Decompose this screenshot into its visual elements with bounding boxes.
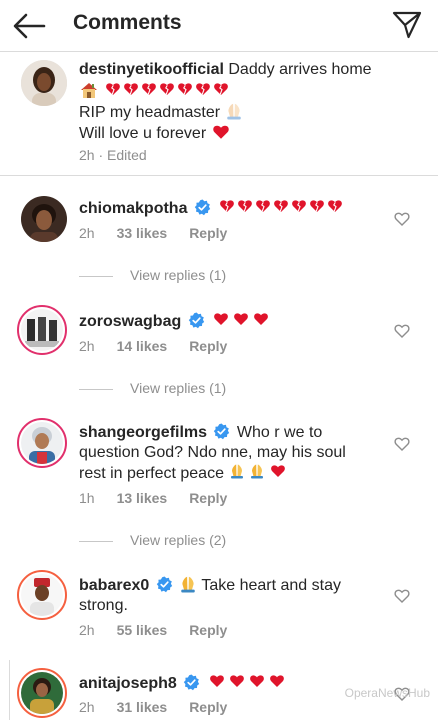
replies-divider: [79, 388, 113, 390]
likes-count[interactable]: 55 likes: [117, 622, 168, 638]
comment-time: 1h: [79, 490, 95, 506]
comment-username[interactable]: zoroswagbag: [79, 313, 181, 330]
likes-count[interactable]: 33 likes: [117, 225, 168, 241]
heart-outline-icon[interactable]: [394, 323, 410, 339]
paper-plane-icon[interactable]: [392, 10, 422, 40]
page-title: Comments: [73, 11, 182, 34]
caption-meta: 2h · Edited: [79, 147, 147, 163]
pray-emoji-icon: [226, 103, 241, 120]
avatar-image: [21, 422, 63, 464]
broken-heart-emojis: [219, 199, 343, 213]
avatar[interactable]: [21, 196, 67, 242]
avatar-image: [21, 60, 67, 106]
comment-line-1: Take heart and stay: [197, 577, 341, 594]
verified-badge-icon: [183, 674, 201, 691]
comment-username[interactable]: anitajoseph8: [79, 675, 177, 692]
caption-username[interactable]: destinyetikoofficial: [79, 61, 224, 78]
replies-divider: [79, 540, 113, 542]
view-replies-button[interactable]: View replies (2): [79, 532, 226, 548]
avatar[interactable]: [21, 60, 67, 106]
verified-badge-icon: [213, 423, 231, 440]
likes-count[interactable]: 14 likes: [117, 338, 168, 354]
comment-text: anitajoseph8: [79, 673, 293, 694]
comment-text: zoroswagbag: [79, 311, 277, 332]
comment-time: 2h: [79, 338, 95, 354]
verified-badge-icon: [187, 312, 205, 329]
avatar[interactable]: [17, 305, 67, 355]
caption-line-3: Will love u forever: [79, 125, 207, 142]
view-replies-button[interactable]: View replies (1): [79, 267, 226, 283]
comments-header: Comments: [0, 0, 438, 52]
post-caption: destinyetikoofficial Daddy arrives home …: [0, 52, 438, 176]
comment-line-3: rest in perfect peace: [79, 465, 229, 482]
likes-count[interactable]: 31 likes: [117, 699, 168, 715]
view-replies-label: View replies (2): [130, 532, 227, 548]
comment-time: 2h: [79, 225, 95, 241]
reply-button[interactable]: Reply: [189, 699, 227, 715]
avatar[interactable]: [17, 668, 67, 718]
broken-heart-emojis: [106, 82, 229, 96]
avatar-image: [21, 309, 63, 351]
heart-outline-icon[interactable]: [394, 588, 410, 604]
pray-emoji-icon: [181, 576, 195, 593]
comment-meta: 2h 33 likes Reply: [79, 225, 249, 241]
comment-username[interactable]: babarex0: [79, 577, 149, 594]
replies-divider: [79, 275, 113, 277]
comment-meta: 2h 31 likes Reply: [79, 699, 249, 715]
comment-meta: 2h 14 likes Reply: [79, 338, 249, 354]
comment-meta: 2h 55 likes Reply: [79, 622, 249, 638]
comment-text: shangeorgefilms Who r we to question God…: [79, 423, 346, 484]
comment-line-2: strong.: [79, 597, 128, 614]
avatar[interactable]: [17, 570, 67, 620]
reply-button[interactable]: Reply: [189, 622, 227, 638]
comment-username[interactable]: shangeorgefilms: [79, 424, 207, 441]
house-emoji-icon: [81, 83, 97, 98]
reply-button[interactable]: Reply: [189, 490, 227, 506]
avatar-image: [21, 196, 67, 242]
heart-outline-icon[interactable]: [394, 436, 410, 452]
view-replies-label: View replies (1): [130, 267, 227, 283]
avatar-image: [21, 574, 63, 616]
pray-heart-emojis: [231, 464, 286, 479]
comment-username[interactable]: chiomakpotha: [79, 200, 187, 217]
red-heart-emojis: [214, 313, 269, 325]
red-heart-emojis: [209, 675, 284, 687]
avatar-image: [21, 672, 63, 714]
watermark: OperaNewsHub: [344, 686, 430, 700]
caption-line-1: Daddy arrives home: [223, 61, 372, 78]
reply-button[interactable]: Reply: [189, 225, 227, 241]
view-replies-label: View replies (1): [130, 380, 227, 396]
likes-count[interactable]: 13 likes: [117, 490, 168, 506]
caption-text: destinyetikoofficial Daddy arrives home …: [79, 60, 372, 144]
reply-button[interactable]: Reply: [189, 338, 227, 354]
comment-time: 2h: [79, 622, 95, 638]
verified-badge-icon: [155, 576, 173, 593]
comment-meta: 1h 13 likes Reply: [79, 490, 249, 506]
view-replies-button[interactable]: View replies (1): [79, 380, 226, 396]
caption-line-2: RIP my headmaster: [79, 104, 221, 121]
verified-badge-icon: [193, 199, 211, 216]
comment-line-2: question God? Ndo nne, may his soul: [79, 444, 346, 461]
red-heart-emoji-icon: [212, 125, 229, 139]
comment-text: babarex0 Take heart and stay strong.: [79, 575, 341, 616]
avatar[interactable]: [17, 418, 67, 468]
left-edge-divider: [0, 660, 10, 720]
comment-line-1: Who r we to: [232, 424, 323, 441]
arrow-left-icon[interactable]: [10, 8, 48, 44]
heart-outline-icon[interactable]: [394, 211, 410, 227]
comment-time: 2h: [79, 699, 95, 715]
comment-text: chiomakpotha: [79, 198, 345, 219]
